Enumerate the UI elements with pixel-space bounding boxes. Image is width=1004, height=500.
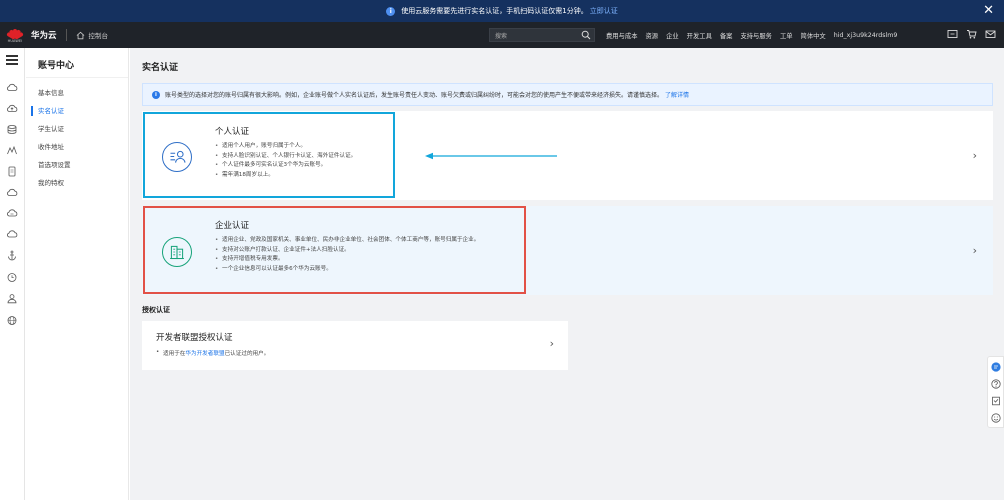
nav-filing[interactable]: 备案 [720, 31, 733, 40]
nav-billing[interactable]: 费用与成本 [606, 31, 637, 40]
list-item: 支持开增值税专用发票。 [215, 255, 479, 265]
banner-text: 使用云服务需要先进行实名认证，手机扫码认证仅需1分钟。 [401, 7, 588, 15]
enterprise-auth-title: 企业认证 [215, 221, 250, 231]
mail-icon[interactable] [985, 29, 996, 39]
nav-enterprise[interactable]: 企业 [666, 31, 679, 40]
sidebar-item-realname[interactable]: 实名认证 [26, 102, 128, 120]
personal-auth-title: 个人认证 [215, 127, 250, 137]
developer-auth-card[interactable]: 开发者联盟授权认证 适用于在华为开发者联盟已认证过的用户。 › [142, 321, 568, 370]
building-icon [162, 237, 192, 267]
search-input[interactable]: 搜索 [489, 28, 595, 42]
console-label: 控制台 [88, 32, 109, 40]
feedback-icon[interactable] [991, 396, 1001, 406]
help-icon[interactable] [991, 379, 1001, 389]
globe-icon[interactable] [6, 315, 18, 326]
header-icons [947, 29, 996, 39]
menu-icon[interactable] [6, 55, 18, 65]
developer-auth-title: 开发者联盟授权认证 [156, 333, 233, 343]
sidebar-item-student[interactable]: 学生认证 [26, 120, 128, 138]
list-item: 支持对公账户打款认证、企业证件+法人扫脸认证。 [215, 246, 479, 256]
desc-suffix: 已认证过的用户。 [224, 351, 270, 357]
nav-username[interactable]: hid_xj3u9k24rdslm9 [834, 32, 898, 39]
brand-name[interactable]: 华为云 [31, 29, 57, 41]
document-icon[interactable] [6, 166, 18, 177]
cart-icon[interactable] [966, 29, 977, 39]
list-item: 支持人脸识别认证、个人银行卡认证、海外证件认证。 [215, 152, 356, 162]
cloud-outline-icon[interactable] [6, 187, 18, 198]
chevron-right-icon[interactable]: › [973, 244, 977, 257]
cloud-icon[interactable] [6, 82, 18, 93]
floating-toolbar [987, 356, 1004, 428]
list-item: 适用企业、党政及国家机关、事业单位、民办非企业单位、社会团体、个体工商户等，账号… [215, 236, 479, 246]
notice-alert: i 账号类型的选择对您的账号归属有很大影响。例如，企业账号做个人实名认证后，发生… [142, 83, 993, 106]
desc-prefix: 适用于在 [163, 351, 186, 357]
cloud-sync-icon[interactable] [6, 229, 18, 240]
clock-icon[interactable] [6, 272, 18, 283]
huawei-logo[interactable]: HUAWEI [3, 28, 27, 43]
auth-section-label: 授权认证 [142, 306, 170, 314]
sidebar-item-address[interactable]: 收件地址 [26, 138, 128, 156]
main-content: 实名认证 i 账号类型的选择对您的账号归属有很大影响。例如，企业账号做个人实名认… [130, 48, 1004, 500]
sidebar-item-basic-info[interactable]: 基本信息 [26, 84, 128, 102]
notice-text: 账号类型的选择对您的账号归属有很大影响。例如，企业账号做个人实名认证后，发生账号… [165, 92, 664, 99]
pointer-arrow-icon [425, 152, 557, 160]
enterprise-highlight-box: 企业认证 适用企业、党政及国家机关、事业单位、民办非企业单位、社会团体、个体工商… [143, 206, 526, 294]
info-icon: i [152, 90, 160, 99]
info-icon: i [386, 6, 396, 16]
account-sidebar: 账号中心 基本信息 实名认证 学生认证 收件地址 首选项设置 我的特权 [26, 48, 129, 500]
cloud-network-icon[interactable] [6, 208, 18, 219]
nav-tickets[interactable]: 工单 [780, 31, 793, 40]
logo-petals-icon [6, 28, 24, 40]
chevron-right-icon[interactable]: › [550, 337, 554, 350]
nav-devtools[interactable]: 开发工具 [687, 31, 712, 40]
close-icon[interactable]: ✕ [983, 3, 994, 18]
service-rail [0, 48, 25, 500]
screen-icon[interactable] [947, 29, 958, 39]
search-placeholder: 搜索 [495, 32, 508, 40]
list-item: 一个企业信息可以认证最多6个华为云账号。 [215, 265, 479, 275]
personal-highlight-box: 个人认证 适用个人用户，账号归属于个人。 支持人脸识别认证、个人银行卡认证、海外… [143, 112, 395, 198]
home-icon [76, 31, 84, 39]
enterprise-auth-card[interactable]: 企业认证 适用企业、党政及国家机关、事业单位、民办非企业单位、社会团体、个体工商… [142, 206, 993, 295]
sidebar-item-privileges[interactable]: 我的特权 [26, 174, 128, 192]
top-nav: 费用与成本 资源 企业 开发工具 备案 支持与服务 工单 简体中文 hid_xj… [606, 22, 905, 48]
developer-alliance-link[interactable]: 华为开发者联盟 [185, 351, 224, 357]
chat-icon[interactable] [991, 362, 1001, 372]
console-link[interactable]: 控制台 [76, 30, 109, 40]
header-divider [65, 29, 67, 41]
global-header: HUAWEI 华为云 控制台 搜索 费用与成本 资源 企业 开发工具 备案 支持… [0, 22, 1004, 48]
nav-support[interactable]: 支持与服务 [740, 31, 771, 40]
personal-auth-card[interactable]: 个人认证 适用个人用户，账号归属于个人。 支持人脸识别认证、个人银行卡认证、海外… [142, 111, 993, 200]
smile-icon[interactable] [991, 413, 1001, 423]
anchor-icon[interactable] [6, 250, 18, 261]
nav-language[interactable]: 简体中文 [801, 31, 826, 40]
developer-auth-desc: 适用于在华为开发者联盟已认证过的用户。 [156, 349, 269, 357]
chevron-right-icon[interactable]: › [973, 149, 977, 162]
list-item: 个人证件最多可实名认证3个华为云账号。 [215, 161, 356, 171]
database-icon[interactable] [6, 124, 18, 135]
sidebar-title: 账号中心 [26, 48, 128, 78]
user-group-icon[interactable] [6, 293, 18, 304]
search-icon[interactable] [581, 30, 591, 40]
list-item: 适用个人用户，账号归属于个人。 [215, 142, 356, 152]
nav-resources[interactable]: 资源 [645, 31, 658, 40]
personal-auth-bullets: 适用个人用户，账号归属于个人。 支持人脸识别认证、个人银行卡认证、海外证件认证。… [215, 142, 356, 180]
enterprise-auth-bullets: 适用企业、党政及国家机关、事业单位、民办非企业单位、社会团体、个体工商户等，账号… [215, 236, 479, 274]
cloud-upload-icon[interactable] [6, 103, 18, 114]
learn-more-link[interactable]: 了解详情 [665, 90, 689, 99]
person-id-icon [162, 142, 192, 172]
monitor-icon[interactable] [6, 145, 18, 156]
sidebar-item-preferences[interactable]: 首选项设置 [26, 156, 128, 174]
realname-banner: i 使用云服务需要先进行实名认证，手机扫码认证仅需1分钟。 立即认证 ✕ [0, 0, 1004, 22]
banner-verify-link[interactable]: 立即认证 [590, 6, 618, 16]
page-title: 实名认证 [142, 63, 179, 73]
sidebar-menu: 基本信息 实名认证 学生认证 收件地址 首选项设置 我的特权 [26, 84, 128, 192]
list-item: 需年满18周岁以上。 [215, 171, 356, 181]
